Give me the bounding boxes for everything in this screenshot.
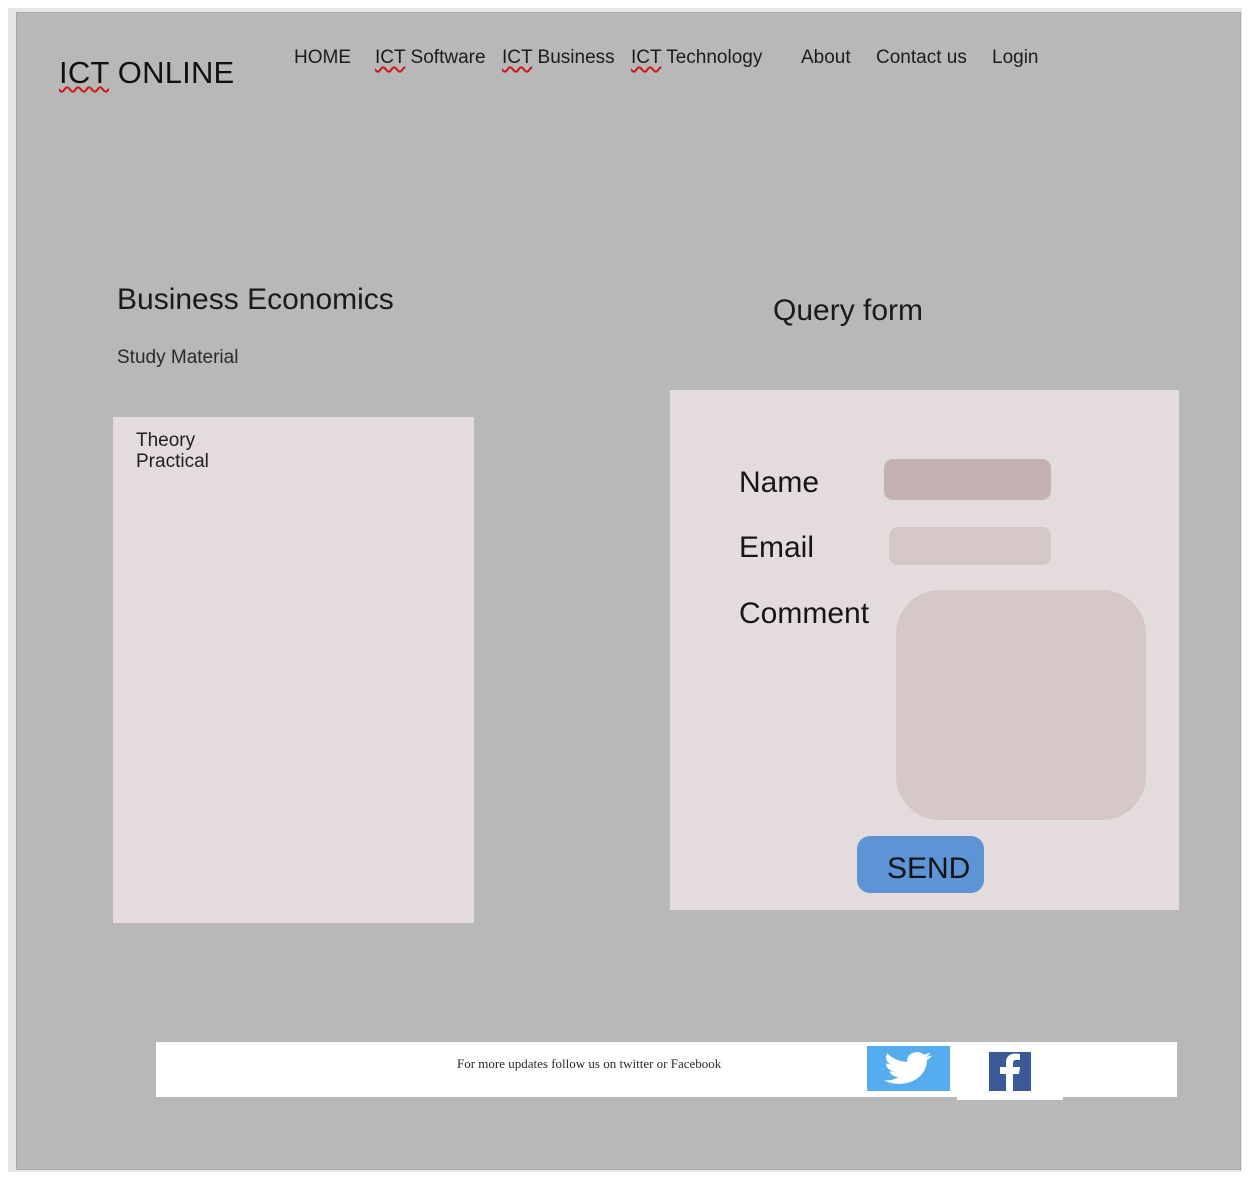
page: ICT ONLINE HOME ICT Software ICT Busines… (16, 12, 1241, 1170)
nav-ict-software-prefix: ICT (375, 47, 406, 68)
nav-ict-business[interactable]: ICT Business (502, 47, 615, 69)
twitter-icon[interactable] (867, 1046, 950, 1091)
footer-divider (957, 1097, 1063, 1100)
facebook-icon[interactable] (989, 1052, 1031, 1091)
nav-about[interactable]: About (801, 47, 851, 69)
material-item-practical[interactable]: Practical (136, 451, 209, 472)
twitter-bird-shape (884, 1052, 932, 1084)
nav-ict-software-word: Software (405, 47, 486, 68)
study-material-panel: Theory Practical (113, 417, 474, 923)
name-input[interactable] (884, 459, 1051, 500)
material-subtitle: Study Material (117, 347, 239, 368)
nav-home[interactable]: HOME (294, 47, 351, 69)
email-label: Email (739, 531, 815, 564)
comment-textarea[interactable] (896, 590, 1146, 820)
nav-ict-technology-prefix: ICT (631, 47, 662, 68)
footer-bar: For more updates follow us on twitter or… (156, 1042, 1177, 1100)
material-title: Business Economics (117, 283, 394, 316)
nav-ict-technology-word: Technology (661, 47, 763, 68)
nav-ict-business-prefix: ICT (502, 47, 533, 68)
email-input[interactable] (889, 527, 1051, 565)
name-label: Name (739, 466, 820, 499)
nav-contact-us[interactable]: Contact us (876, 47, 967, 69)
material-item-theory[interactable]: Theory (136, 430, 195, 451)
query-form: Name Email Comment SEND (670, 390, 1179, 910)
nav-ict-software[interactable]: ICT Software (375, 47, 486, 69)
nav-ict-technology[interactable]: ICT Technology (631, 47, 762, 69)
footer-text: For more updates follow us on twitter or… (457, 1056, 722, 1071)
brand-abbreviation: ICT (59, 55, 109, 90)
nav-ict-business-word: Business (532, 47, 615, 68)
query-form-title: Query form (773, 294, 924, 327)
brand-logo[interactable]: ICT ONLINE (59, 55, 234, 91)
nav-login[interactable]: Login (992, 47, 1039, 69)
send-button[interactable]: SEND (857, 836, 984, 893)
brand-word: ONLINE (108, 55, 235, 90)
facebook-f-shape (1000, 1053, 1020, 1091)
comment-label: Comment (739, 597, 870, 630)
